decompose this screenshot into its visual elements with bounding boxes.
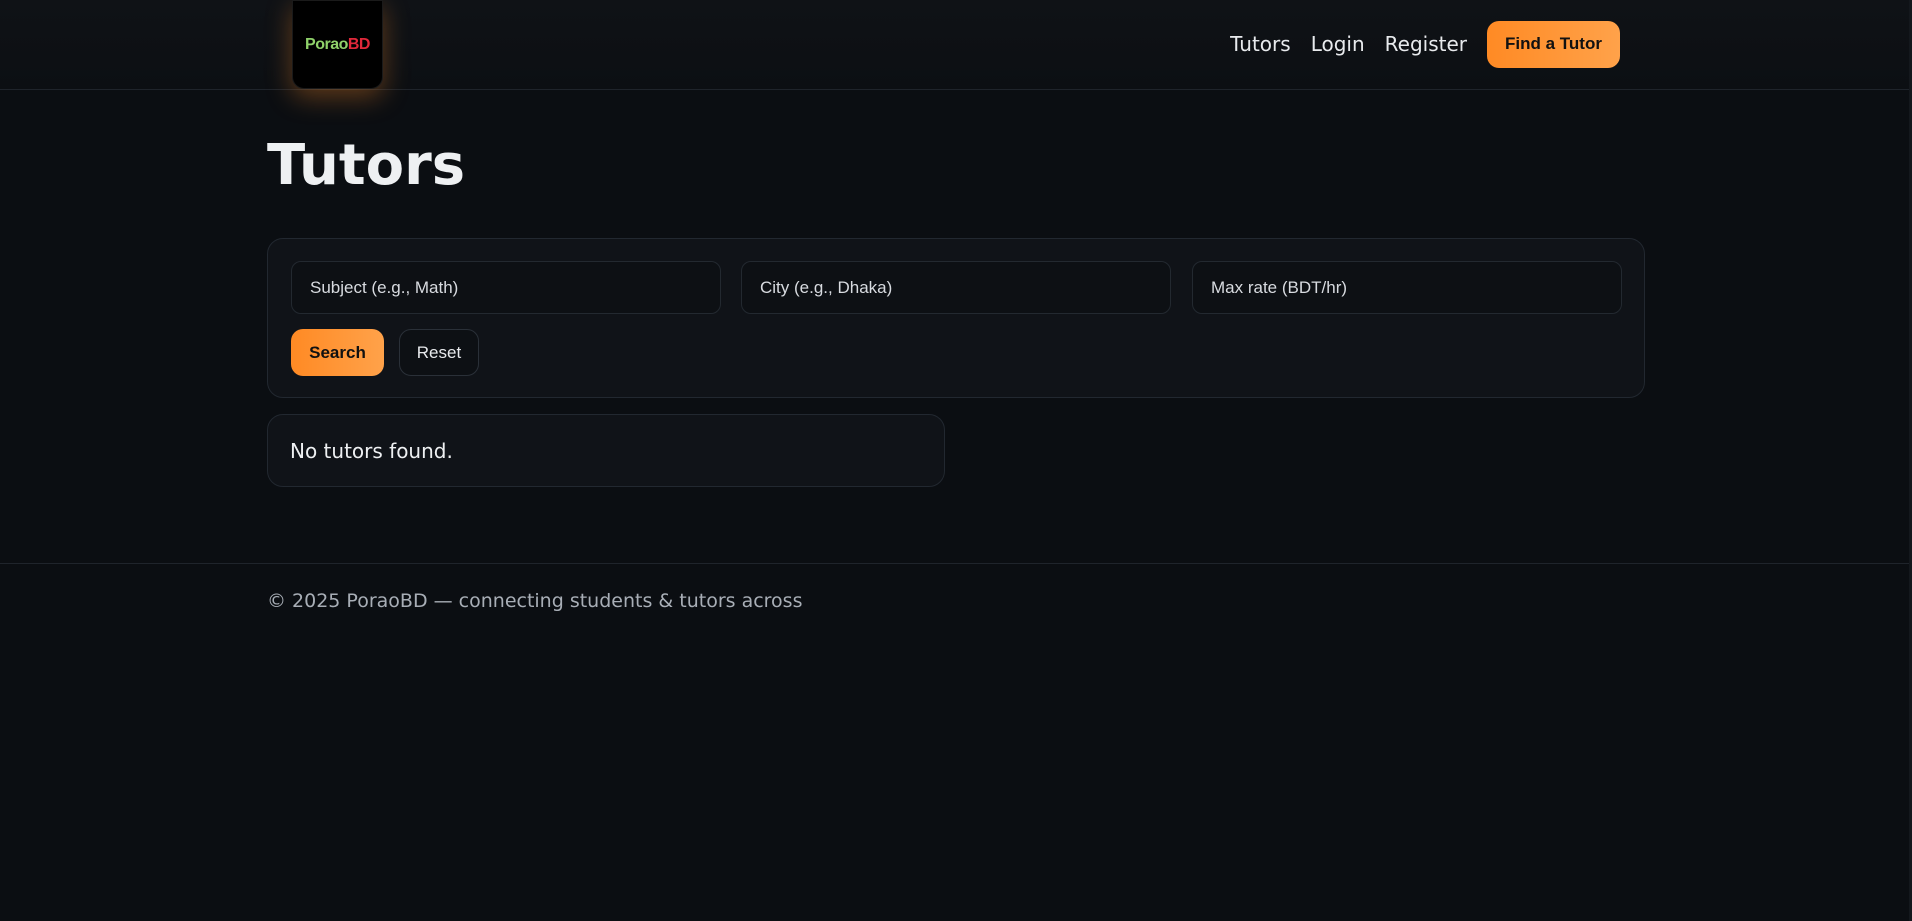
find-a-tutor-button[interactable]: Find a Tutor: [1487, 20, 1620, 68]
footer-copyright: © 2025 PoraoBD — connecting students & t…: [267, 590, 803, 612]
search-button[interactable]: Search: [291, 329, 384, 376]
nav-link-tutors[interactable]: Tutors: [1230, 32, 1291, 56]
reset-button[interactable]: Reset: [399, 329, 479, 376]
main-nav: Tutors Login Register Find a Tutor: [1230, 20, 1620, 68]
max-rate-input[interactable]: [1192, 261, 1622, 314]
site-logo[interactable]: Porao BD: [292, 0, 383, 89]
site-header: Porao BD Tutors Login Register Find a Tut…: [0, 0, 1912, 90]
nav-link-login[interactable]: Login: [1311, 32, 1365, 56]
subject-input[interactable]: [291, 261, 721, 314]
no-results-message: No tutors found.: [290, 438, 453, 463]
nav-link-register[interactable]: Register: [1385, 32, 1467, 56]
logo-text-porao: Porao: [305, 35, 348, 53]
search-filter-card: Search Reset: [267, 238, 1645, 398]
no-results-card: No tutors found.: [267, 414, 945, 487]
city-input[interactable]: [741, 261, 1171, 314]
site-footer: © 2025 PoraoBD — connecting students & t…: [0, 563, 1912, 612]
logo-text-bd: BD: [347, 35, 371, 53]
page-title: Tutors: [267, 133, 466, 198]
